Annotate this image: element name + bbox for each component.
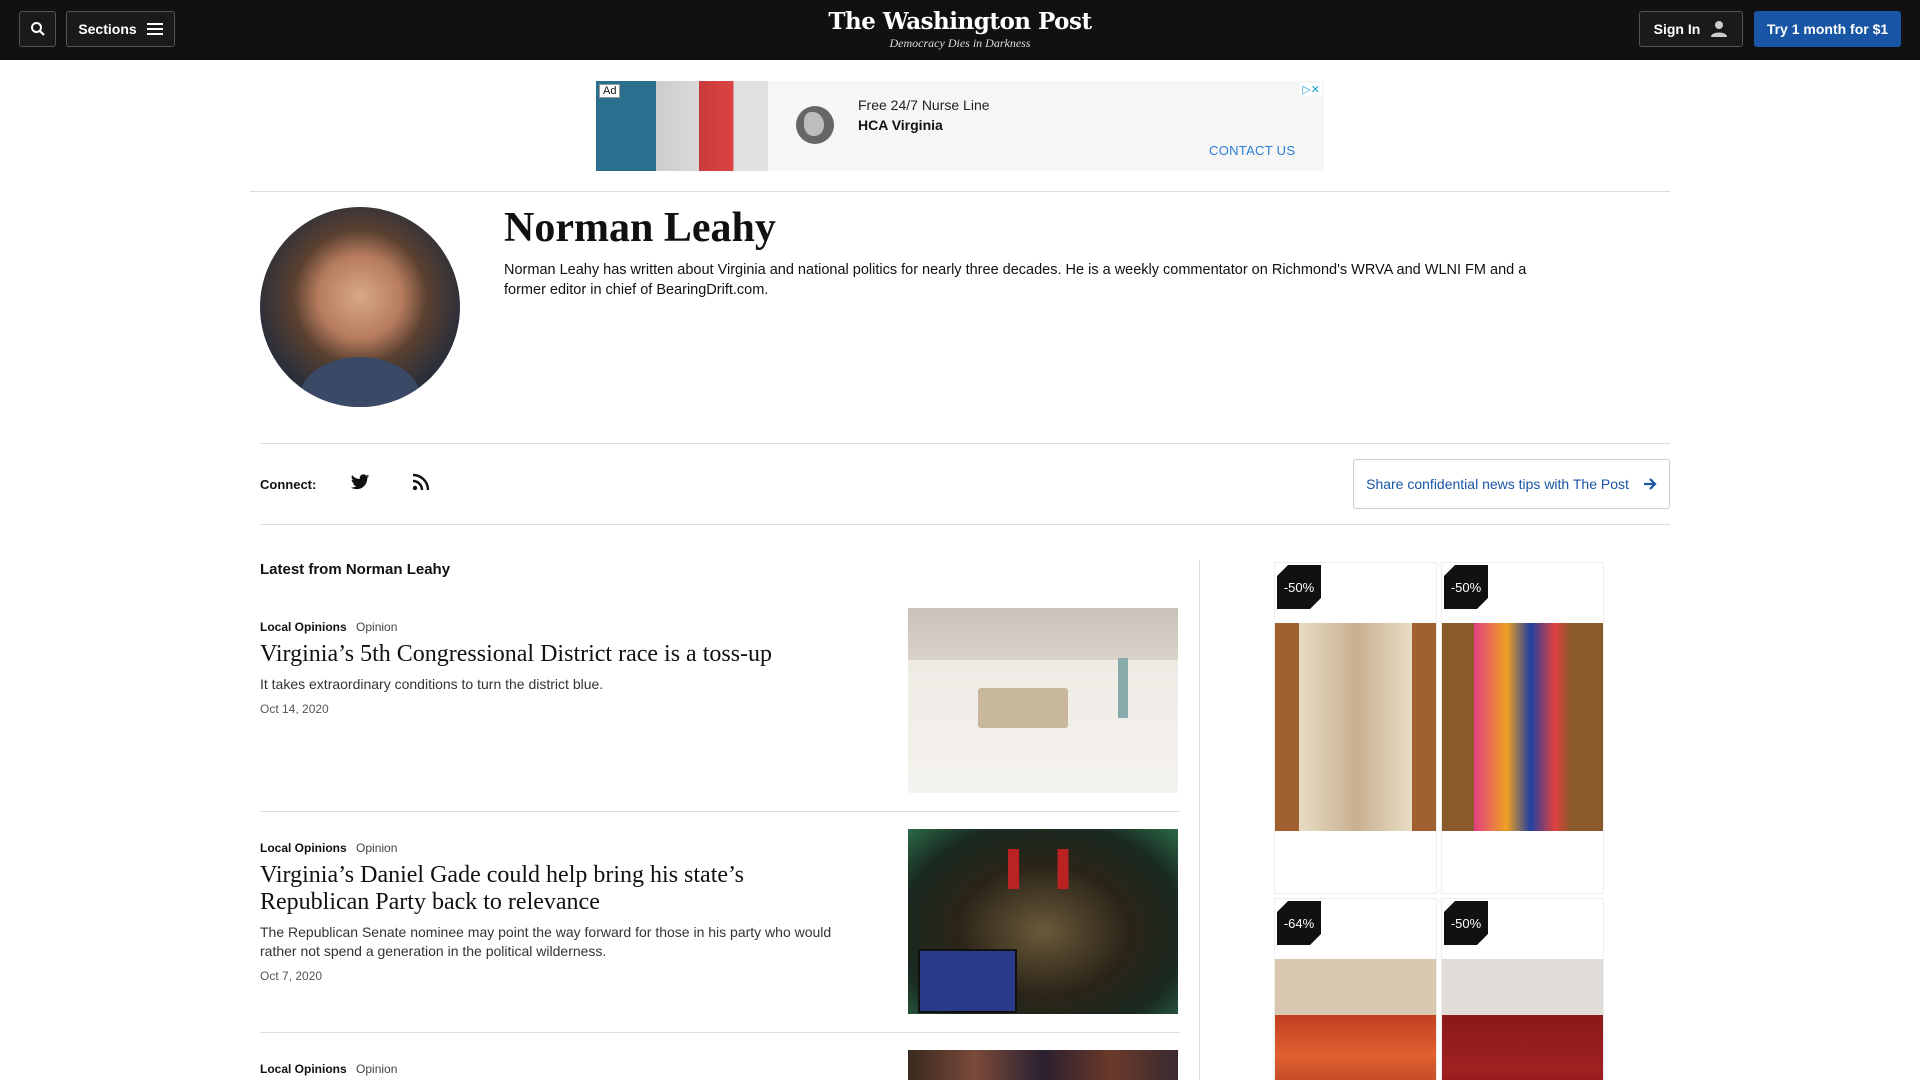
divider — [260, 811, 1180, 812]
article-section[interactable]: Local Opinions — [260, 620, 347, 634]
ad-cta-button[interactable]: CONTACT US — [1209, 143, 1295, 158]
article-headline[interactable]: Virginia’s Daniel Gade could help bring … — [260, 862, 840, 916]
author-avatar — [260, 207, 460, 407]
ad-line2: HCA Virginia — [858, 117, 943, 133]
sections-button[interactable]: Sections — [66, 11, 175, 47]
ad-label: Ad — [599, 84, 621, 98]
ad-image: Ad — [596, 81, 768, 171]
masthead[interactable]: The Washington Post Democracy Dies in Da… — [810, 8, 1110, 50]
article-item[interactable]: Local Opinions Opinion — [260, 1050, 1180, 1080]
ad-line1: Free 24/7 Nurse Line — [858, 97, 990, 113]
search-icon — [30, 22, 45, 36]
top-nav: Sections The Washington Post Democracy D… — [0, 0, 1920, 60]
article-headline[interactable]: Virginia’s 5th Congressional District ra… — [260, 641, 840, 668]
menu-icon — [146, 23, 163, 35]
divider — [260, 443, 1670, 444]
article-blurb: The Republican Senate nominee may point … — [260, 924, 832, 959]
article-item[interactable]: Local Opinions Opinion Virginia’s Daniel… — [260, 829, 1180, 1014]
latest-heading: Latest from Norman Leahy — [260, 561, 451, 578]
author-bio: Norman Leahy has written about Virginia … — [504, 262, 1527, 298]
discount-tag: -50% — [1444, 901, 1488, 945]
article-section[interactable]: Local Opinions — [260, 1062, 347, 1076]
user-icon — [1711, 21, 1728, 37]
discount-tag: -64% — [1277, 901, 1321, 945]
site-logo: The Washington Post — [828, 8, 1092, 35]
site-tagline: Democracy Dies in Darkness — [889, 36, 1031, 50]
ad-product-tile[interactable]: -50% — [1441, 562, 1604, 894]
discount-tag: -50% — [1277, 565, 1321, 609]
side-ad[interactable]: ▷ ✕ -50% -50% -64% -50% — [1274, 562, 1606, 1080]
discount-tag: -50% — [1444, 565, 1488, 609]
article-label: Opinion — [356, 1062, 398, 1076]
product-image — [1275, 959, 1436, 1080]
sign-in-button[interactable]: Sign In — [1639, 11, 1743, 47]
product-image — [1442, 959, 1603, 1080]
ad-close-icon[interactable]: ▷✕ — [1300, 83, 1322, 96]
divider — [260, 524, 1670, 525]
search-button[interactable] — [19, 11, 56, 47]
arrow-right-icon — [1643, 478, 1657, 490]
article-label: Opinion — [356, 841, 398, 855]
divider — [250, 191, 1670, 192]
article-label: Opinion — [356, 620, 398, 634]
article-item[interactable]: Local Opinions Opinion Virginia’s 5th Co… — [260, 608, 1180, 793]
product-image — [1442, 623, 1603, 831]
article-thumbnail[interactable] — [908, 608, 1178, 793]
connect-label: Connect: — [260, 477, 317, 492]
product-image — [1275, 623, 1436, 831]
top-banner-ad[interactable]: Ad Free 24/7 Nurse Line HCA Virginia CON… — [596, 81, 1324, 171]
twitter-icon[interactable] — [350, 472, 370, 492]
rss-icon[interactable] — [412, 473, 430, 491]
subscribe-button[interactable]: Try 1 month for $1 — [1754, 11, 1901, 47]
ad-product-tile[interactable]: -50% — [1441, 898, 1604, 1080]
article-blurb: It takes extraordinary conditions to tur… — [260, 676, 604, 692]
article-thumbnail[interactable] — [908, 829, 1178, 1014]
author-name: Norman Leahy — [504, 205, 776, 251]
article-section[interactable]: Local Opinions — [260, 841, 347, 855]
share-tips-label: Share confidential news tips with The Po… — [1366, 476, 1629, 492]
ad-product-tile[interactable]: -50% — [1274, 562, 1437, 894]
ad-product-tile[interactable]: -64% — [1274, 898, 1437, 1080]
globe-icon — [796, 106, 834, 144]
divider — [260, 1032, 1180, 1033]
sign-in-label: Sign In — [1653, 21, 1701, 37]
column-divider — [1199, 560, 1200, 1080]
share-tips-button[interactable]: Share confidential news tips with The Po… — [1353, 459, 1670, 509]
article-thumbnail[interactable] — [908, 1050, 1178, 1080]
sections-label: Sections — [78, 21, 137, 37]
